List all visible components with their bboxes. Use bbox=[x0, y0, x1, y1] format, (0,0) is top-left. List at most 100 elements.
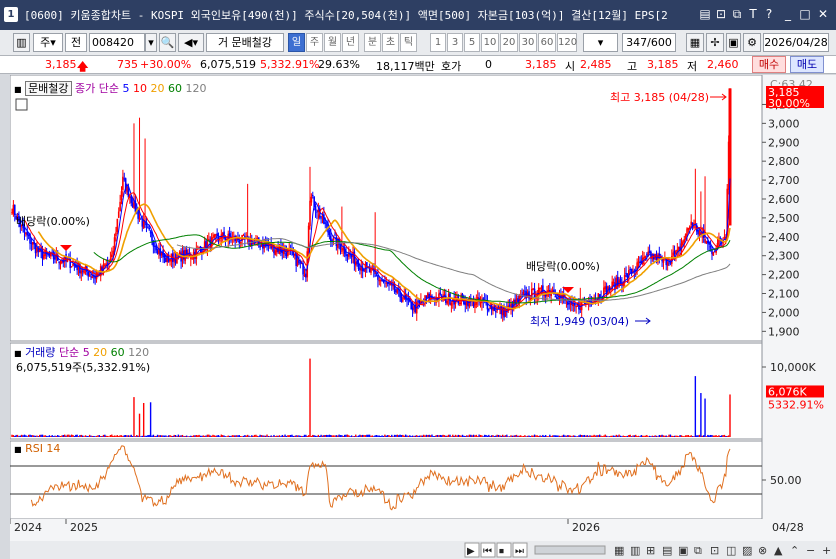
volume-bar bbox=[349, 436, 351, 437]
buy-button[interactable]: 매수 bbox=[752, 56, 786, 73]
volume-bar bbox=[102, 434, 105, 437]
volume-bar bbox=[352, 436, 354, 437]
candle-body bbox=[345, 253, 347, 257]
volume-bar bbox=[574, 435, 576, 437]
rsi-label[interactable]: RSI 14 bbox=[25, 442, 60, 455]
volume-bar bbox=[569, 435, 572, 437]
volume-bar bbox=[206, 434, 209, 437]
volume-bar bbox=[729, 394, 731, 437]
candle-body bbox=[213, 234, 216, 238]
tick-button-30[interactable]: 30 bbox=[519, 33, 537, 52]
volume-bar bbox=[126, 435, 128, 437]
stock-label[interactable]: 문배철강 bbox=[25, 81, 72, 96]
volume-bar bbox=[44, 435, 46, 437]
volume-bar bbox=[396, 434, 399, 437]
help-icon[interactable]: ? bbox=[761, 6, 777, 22]
volume-bar bbox=[617, 435, 619, 437]
gear-icon[interactable]: ⚙ bbox=[743, 33, 761, 52]
restore-icon[interactable]: ⧉ bbox=[729, 6, 745, 22]
volume-bar bbox=[221, 435, 224, 437]
volume-bar bbox=[630, 436, 633, 437]
candle-body bbox=[325, 224, 328, 226]
volume-bar bbox=[562, 434, 565, 437]
candle-body bbox=[328, 231, 331, 235]
candle-body bbox=[115, 232, 117, 237]
minimize-icon[interactable]: _ bbox=[780, 6, 796, 22]
tick-button-10[interactable]: 10 bbox=[481, 33, 499, 52]
rewind-button: ⏮ bbox=[483, 546, 492, 557]
volume-bar bbox=[704, 398, 706, 437]
volume-label[interactable]: 거래량 bbox=[25, 346, 55, 359]
volume-bar bbox=[73, 436, 76, 437]
volume-bar bbox=[696, 435, 698, 437]
link-icon[interactable]: ⊡ bbox=[713, 6, 729, 22]
market-select[interactable]: 주▾ bbox=[33, 33, 63, 52]
grid-icon[interactable]: ▦ bbox=[686, 33, 704, 52]
period-tab-2[interactable]: 월 bbox=[324, 33, 341, 52]
volume-bar bbox=[137, 435, 139, 437]
volume-bar bbox=[447, 434, 450, 437]
period-tab-1[interactable]: 주 bbox=[306, 33, 323, 52]
save-icon[interactable]: ▣ bbox=[726, 33, 741, 52]
ma-period-20: 20 bbox=[147, 82, 165, 95]
pin-icon[interactable]: T bbox=[745, 6, 761, 22]
volume-bar bbox=[646, 434, 648, 437]
candle-body bbox=[305, 273, 307, 278]
y-tick-label: 2,000 bbox=[768, 306, 800, 319]
tick-button-3[interactable]: 3 bbox=[447, 33, 463, 52]
search-icon[interactable]: 🔍 bbox=[159, 33, 176, 52]
tick-button-5[interactable]: 5 bbox=[464, 33, 480, 52]
volume-bar bbox=[586, 435, 588, 437]
stock-name-field[interactable]: 거 문배철강 bbox=[206, 33, 284, 52]
layout-icon[interactable]: ▥ bbox=[13, 33, 30, 52]
date-input[interactable]: 2026/04/28 bbox=[763, 33, 829, 52]
volume-bar bbox=[410, 436, 412, 437]
code-dropdown-icon[interactable]: ▾ bbox=[145, 33, 157, 52]
candle-body bbox=[669, 262, 672, 264]
sell-button[interactable]: 매도 bbox=[790, 56, 824, 73]
tick-button-1[interactable]: 1 bbox=[430, 33, 446, 52]
cross-icon[interactable]: ✢ bbox=[706, 33, 724, 52]
close-icon[interactable]: ✕ bbox=[815, 6, 831, 22]
volume-bar bbox=[593, 434, 595, 437]
volume-bar bbox=[240, 436, 242, 437]
candle-body bbox=[619, 278, 622, 282]
candle-body bbox=[682, 241, 684, 246]
candle-body bbox=[644, 255, 647, 259]
chart-area[interactable]: 3,1003,0002,9002,8002,7002,6002,5002,400… bbox=[10, 75, 836, 559]
tick-input[interactable]: ▾ bbox=[583, 33, 618, 52]
stock-code-input[interactable]: 008420 bbox=[89, 33, 145, 52]
volume-bar bbox=[641, 435, 644, 437]
y-tick-label: 2,500 bbox=[768, 212, 800, 225]
lock-icon[interactable]: ▤ bbox=[697, 6, 713, 22]
maximize-icon[interactable]: □ bbox=[797, 6, 813, 22]
volume-bar bbox=[356, 436, 358, 437]
volume-bar bbox=[601, 436, 604, 437]
volume-bar bbox=[567, 435, 569, 437]
volume-bar bbox=[720, 435, 723, 437]
volume-bar bbox=[316, 435, 318, 437]
volume-bar bbox=[27, 434, 30, 437]
tick-button-20[interactable]: 20 bbox=[500, 33, 518, 52]
volume-bar bbox=[314, 435, 317, 437]
tick-button-60[interactable]: 60 bbox=[538, 33, 556, 52]
period-tab-0[interactable]: 일 bbox=[288, 33, 305, 52]
volume-bar bbox=[303, 434, 306, 437]
period-tab-3[interactable]: 년 bbox=[342, 33, 359, 52]
tick-button-120[interactable]: 120 bbox=[557, 33, 577, 52]
volume-bar bbox=[320, 434, 322, 437]
speaker-icon[interactable]: ◀▾ bbox=[178, 33, 204, 52]
prev-button[interactable]: 전 bbox=[65, 33, 87, 52]
volume-bar bbox=[515, 434, 518, 437]
volume-bar bbox=[490, 435, 493, 437]
volume-bar bbox=[350, 435, 353, 437]
period-tab-4[interactable]: 분 bbox=[364, 33, 381, 52]
volume-bar bbox=[489, 436, 491, 437]
period-tab-5[interactable]: 초 bbox=[382, 33, 399, 52]
volume-bar bbox=[583, 434, 586, 437]
volume-bar bbox=[500, 435, 502, 437]
data-count-input[interactable]: 347/600 bbox=[622, 33, 676, 52]
volume-bar bbox=[698, 434, 701, 437]
period-tab-6[interactable]: 틱 bbox=[400, 33, 417, 52]
volume-bar bbox=[91, 435, 94, 437]
